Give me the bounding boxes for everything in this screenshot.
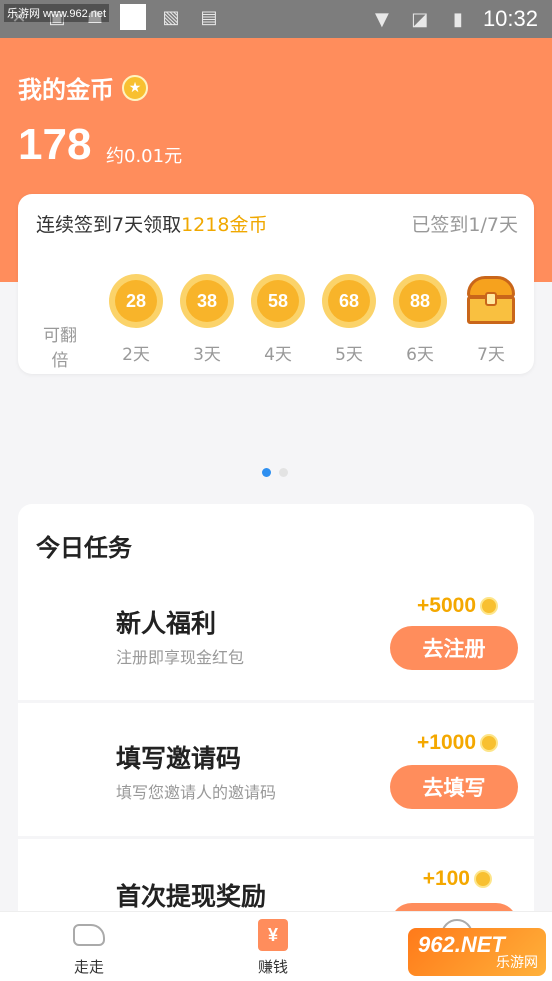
bag-icon: ▤ bbox=[200, 6, 218, 28]
task-reward-value: +5000 bbox=[417, 594, 476, 617]
task-row: 新人福利 注册即享现金红包 +5000 去注册 bbox=[18, 566, 534, 702]
task-reward: +1000 bbox=[417, 731, 498, 755]
task-reward: +5000 bbox=[417, 594, 498, 618]
coin-icon: ★ bbox=[122, 74, 148, 101]
day-label: 2天 bbox=[122, 345, 150, 365]
tab-label: 走走 bbox=[73, 958, 104, 976]
signin-days: 28 2天 38 3天 58 4天 68 5天 88 6天 7天 bbox=[106, 274, 526, 365]
day-label: 6天 bbox=[406, 345, 434, 365]
signin-day-6[interactable]: 88 6天 bbox=[390, 274, 450, 365]
yuan-icon: ¥ bbox=[255, 918, 291, 952]
signin-day-3[interactable]: 38 3天 bbox=[177, 274, 237, 365]
no-sim-icon: ◪ bbox=[411, 8, 429, 30]
signin-card: 连续签到7天领取1218金币 已签到1/7天 可翻倍 28 2天 38 3天 5… bbox=[18, 194, 534, 374]
status-time: 10:32 bbox=[482, 6, 538, 31]
tab-earn[interactable]: ¥ 赚钱 bbox=[228, 918, 318, 977]
signin-day-2[interactable]: 28 2天 bbox=[106, 274, 166, 365]
wifi-icon: ▼ bbox=[375, 8, 389, 30]
status-right-icons: ▼ ◪ ▮ 10:32 bbox=[369, 4, 538, 34]
coin-icon bbox=[474, 870, 492, 888]
register-button[interactable]: 去注册 bbox=[390, 626, 518, 670]
task-name: 填写邀请码 bbox=[116, 744, 242, 773]
square-icon bbox=[120, 4, 146, 30]
carousel-indicator bbox=[262, 468, 288, 477]
day-label: 5天 bbox=[335, 345, 363, 365]
tasks-title: 今日任务 bbox=[36, 534, 132, 562]
signin-day-7[interactable]: 7天 bbox=[461, 274, 521, 365]
watermark-big: 962.NET bbox=[418, 932, 505, 957]
task-reward-value: +100 bbox=[422, 867, 470, 890]
coin-balance: 178 bbox=[18, 120, 92, 169]
gold-coin-icon: 58 bbox=[251, 274, 305, 328]
day-label: 3天 bbox=[193, 345, 221, 365]
signin-title-prefix: 连续签到7天领取 bbox=[36, 214, 182, 236]
signin-title: 连续签到7天领取1218金币 bbox=[36, 210, 267, 237]
gold-coin-icon: 38 bbox=[180, 274, 234, 328]
carousel-dot[interactable] bbox=[279, 468, 288, 477]
watermark-small: 乐游网 bbox=[496, 954, 538, 970]
image-icon: ▧ bbox=[162, 6, 180, 28]
gold-coin-icon: 28 bbox=[109, 274, 163, 328]
task-reward-value: +1000 bbox=[417, 731, 476, 754]
task-desc: 填写您邀请人的邀请码 bbox=[116, 783, 277, 802]
gold-coin-icon: 88 bbox=[393, 274, 447, 328]
gold-coin-icon: 68 bbox=[322, 274, 376, 328]
tab-label: 赚钱 bbox=[257, 958, 288, 976]
signin-progress: 已签到1/7天 bbox=[411, 214, 518, 236]
day-label: 7天 bbox=[477, 345, 505, 365]
watermark-logo: 962.NET 乐游网 bbox=[408, 928, 546, 976]
tasks-card: 今日任务 新人福利 注册即享现金红包 +5000 去注册 填写邀请码 填写您邀请… bbox=[18, 504, 534, 981]
day-amount: 68 bbox=[328, 280, 370, 322]
fill-invite-code-button[interactable]: 去填写 bbox=[390, 765, 518, 809]
day-label: 4天 bbox=[264, 345, 292, 365]
signin-title-coins: 1218金币 bbox=[181, 214, 268, 236]
header-title: 我的金币 ★ bbox=[18, 70, 148, 105]
day-amount: 38 bbox=[186, 280, 228, 322]
tab-walk[interactable]: 走走 bbox=[44, 918, 134, 977]
battery-icon: ▮ bbox=[452, 8, 463, 30]
coin-icon bbox=[480, 734, 498, 752]
coin-approx-value: 约0.01元 bbox=[106, 146, 183, 167]
carousel-dot-active[interactable] bbox=[262, 468, 271, 477]
double-label: 可翻倍 bbox=[43, 326, 77, 371]
status-bar: ✕ ▣ ☗ ▧ ▤ 乐游网 www.962.net ▼ ◪ ▮ 10:32 bbox=[0, 0, 552, 38]
day-amount: 88 bbox=[399, 280, 441, 322]
signin-day-4[interactable]: 58 4天 bbox=[248, 274, 308, 365]
task-name: 新人福利 bbox=[116, 609, 217, 638]
watermark-top: 乐游网 www.962.net bbox=[4, 4, 110, 22]
shoe-icon bbox=[71, 918, 107, 952]
task-name: 首次提现奖励 bbox=[116, 882, 267, 911]
task-row: 填写邀请码 填写您邀请人的邀请码 +1000 去填写 bbox=[18, 703, 534, 839]
day-amount: 28 bbox=[115, 280, 157, 322]
header-title-text: 我的金币 bbox=[18, 76, 114, 104]
coin-icon bbox=[480, 597, 498, 615]
task-reward: +100 bbox=[423, 867, 492, 891]
signin-day-5[interactable]: 68 5天 bbox=[319, 274, 379, 365]
task-desc: 注册即享现金红包 bbox=[116, 648, 245, 667]
day-amount: 58 bbox=[257, 280, 299, 322]
treasure-chest-icon bbox=[463, 274, 519, 328]
